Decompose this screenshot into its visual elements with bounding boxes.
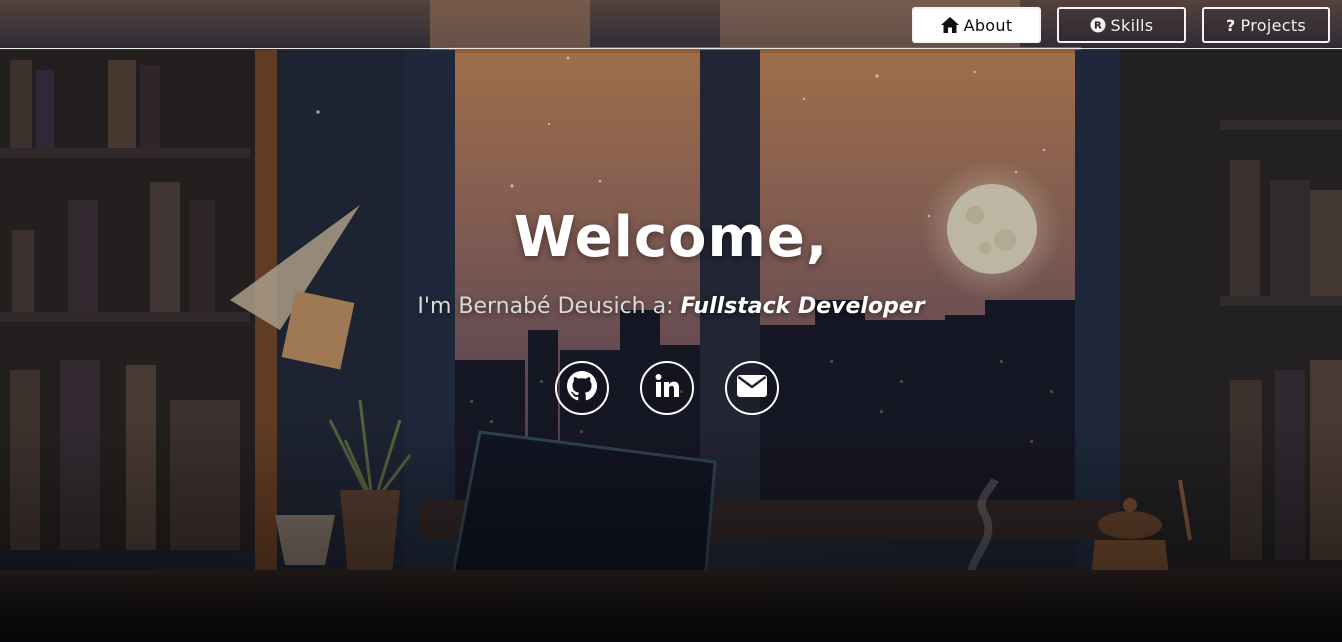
- question-icon: ?: [1225, 15, 1236, 35]
- hero-subtitle: I'm Bernabé Deusich a: Fullstack Develop…: [0, 294, 1342, 319]
- background-illustration: [0, 0, 1342, 642]
- nav-about-label: About: [963, 15, 1013, 35]
- nav-skills-label: Skills: [1110, 15, 1154, 35]
- svg-text:R: R: [1094, 21, 1102, 32]
- nav-about-button[interactable]: About: [912, 7, 1041, 43]
- mail-icon: [737, 375, 767, 401]
- linkedin-link[interactable]: [640, 361, 694, 415]
- github-icon: [567, 371, 597, 405]
- nav-projects-button[interactable]: ? Projects: [1202, 7, 1330, 43]
- linkedin-icon: [653, 372, 681, 404]
- registered-icon: R: [1090, 17, 1106, 33]
- hero-subtitle-prefix: I'm Bernabé Deusich a:: [417, 294, 681, 319]
- email-link[interactable]: [725, 361, 779, 415]
- nav-skills-button[interactable]: R Skills: [1057, 7, 1186, 43]
- hero-subtitle-role: Fullstack Developer: [680, 294, 925, 319]
- nav-projects-label: Projects: [1240, 15, 1307, 35]
- social-links: [555, 361, 779, 415]
- home-icon: [940, 17, 959, 33]
- top-nav: About R Skills ? Projects: [0, 0, 1342, 49]
- page: About R Skills ? Projects Welcome, I'm B…: [0, 0, 1342, 642]
- hero-title: Welcome,: [513, 205, 829, 270]
- github-link[interactable]: [555, 361, 609, 415]
